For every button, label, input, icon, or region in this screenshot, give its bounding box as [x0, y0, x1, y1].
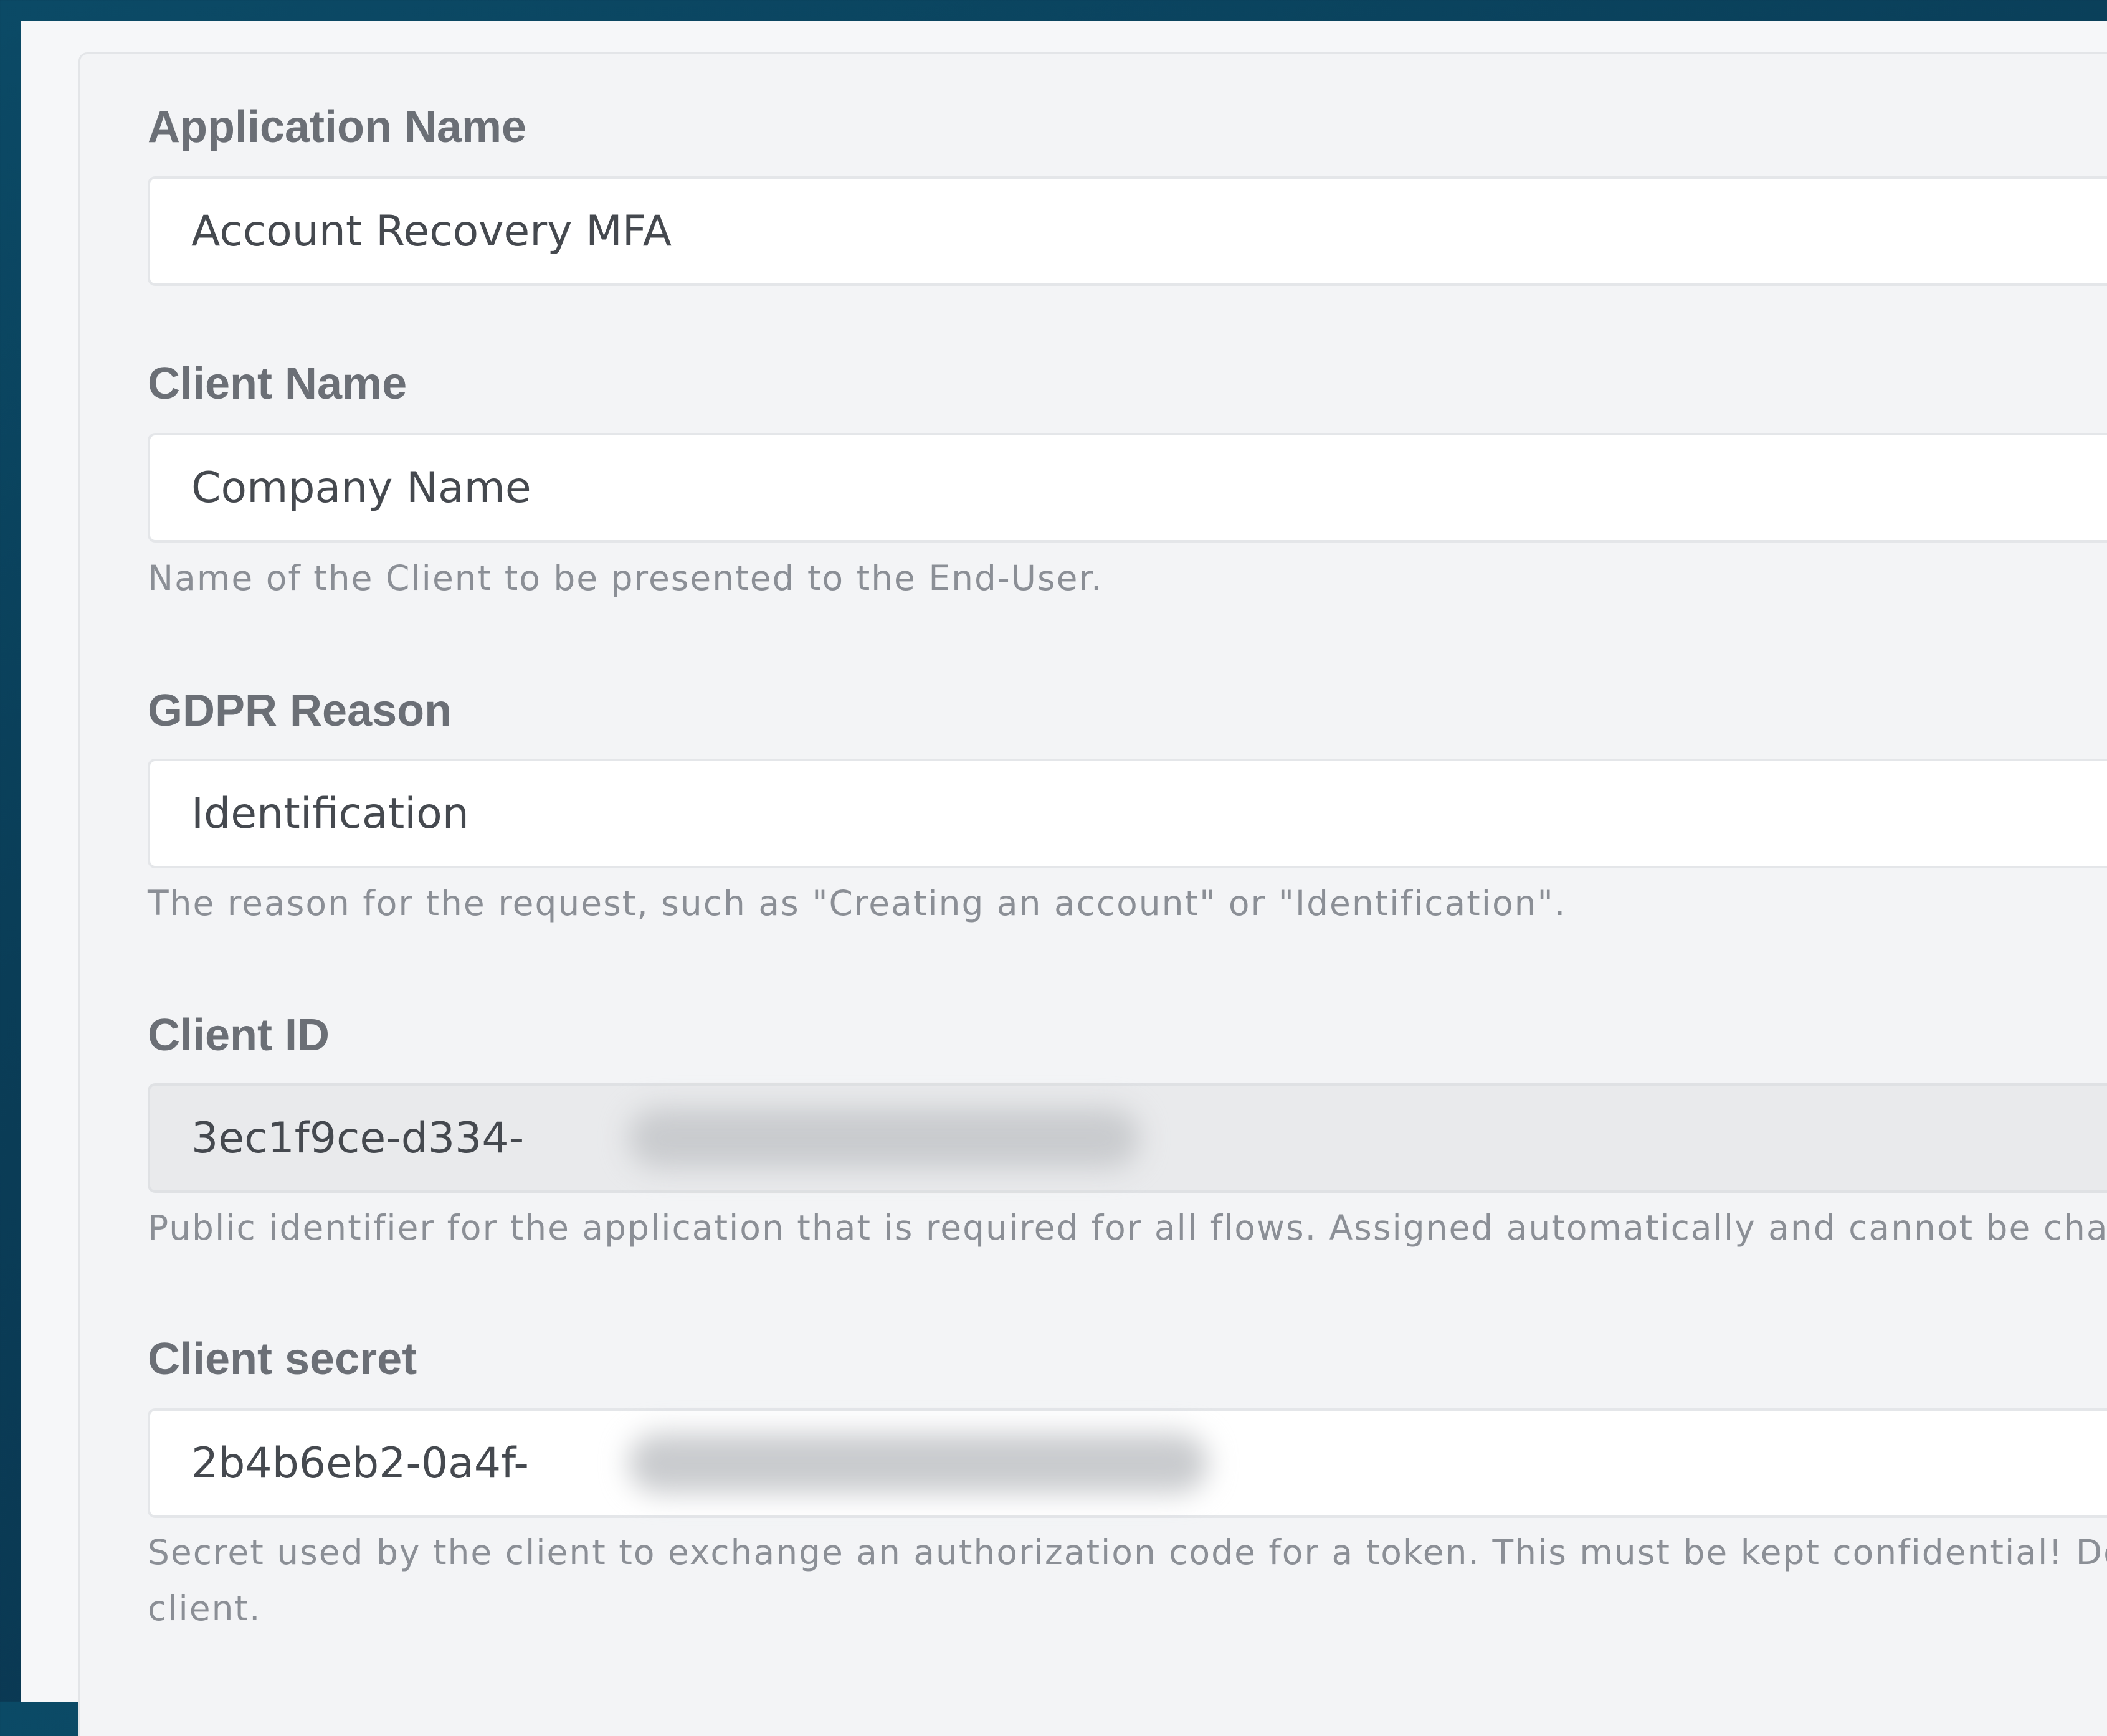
gdpr-reason-label: GDPR Reason [148, 686, 452, 736]
application-name-input[interactable] [148, 176, 2107, 286]
client-name-label: Client Name [148, 359, 407, 409]
client-name-input[interactable] [148, 433, 2107, 543]
client-secret-label: Client secret [148, 1334, 417, 1384]
application-settings-form: Application Name Client Name Name of the… [78, 52, 2107, 1736]
gdpr-reason-input[interactable] [148, 759, 2107, 868]
client-name-help: Name of the Client to be presented to th… [148, 558, 1103, 598]
client-id-redaction [629, 1108, 1139, 1168]
client-secret-help: Secret used by the client to exchange an… [148, 1532, 2107, 1572]
page-background: Application Name Client Name Name of the… [21, 21, 2107, 1736]
client-secret-redaction [629, 1433, 1208, 1493]
client-secret-help-continued: client. [148, 1588, 262, 1628]
gdpr-reason-help: The reason for the request, such as "Cre… [148, 883, 1567, 923]
client-id-help: Public identifier for the application th… [148, 1208, 2107, 1248]
client-id-label: Client ID [148, 1010, 330, 1060]
application-name-label: Application Name [148, 102, 527, 152]
